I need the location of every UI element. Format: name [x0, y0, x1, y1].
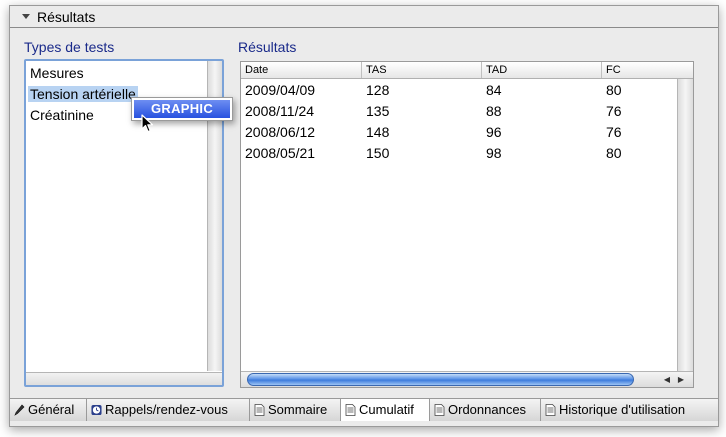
tab-cumulatif[interactable]: Cumulatif: [341, 399, 430, 421]
clock-icon: [91, 404, 102, 416]
column-header-date[interactable]: Date: [241, 62, 362, 78]
column-header-tad[interactable]: TAD: [482, 62, 602, 78]
tab-rappels-rendez-vous[interactable]: Rappels/rendez-vous: [87, 399, 250, 421]
cell-tad: 98: [486, 145, 502, 161]
list-item-creatinine[interactable]: Créatinine: [30, 107, 94, 123]
section-header[interactable]: Résultats: [10, 6, 718, 28]
cell-tas: 135: [366, 103, 390, 119]
cell-fc: 80: [606, 145, 622, 161]
mouse-cursor-icon: [141, 114, 154, 133]
document-icon: [545, 404, 556, 416]
cell-tad: 96: [486, 124, 502, 140]
tab-label: Cumulatif: [359, 402, 414, 417]
section-title: Résultats: [37, 9, 96, 25]
document-icon: [345, 404, 356, 416]
scrollbar-thumb[interactable]: [247, 373, 634, 386]
cell-tas: 148: [366, 124, 390, 140]
tab-label: Sommaire: [268, 402, 328, 417]
cell-date: 2009/04/09: [245, 82, 316, 98]
cell-fc: 76: [606, 124, 622, 140]
tab-general[interactable]: Général: [10, 399, 87, 421]
scroll-left-arrow-icon[interactable]: ◀: [661, 372, 673, 387]
tab-ordonnances[interactable]: Ordonnances: [430, 399, 541, 421]
cell-fc: 80: [606, 82, 622, 98]
document-icon: [254, 404, 265, 416]
column-header-fc[interactable]: FC: [602, 62, 678, 78]
tab-label: Rappels/rendez-vous: [105, 402, 228, 417]
cell-tad: 88: [486, 103, 502, 119]
cell-tad: 84: [486, 82, 502, 98]
results-label: Résultats: [238, 39, 297, 55]
cell-date: 2008/05/21: [245, 145, 316, 161]
cell-tas: 150: [366, 145, 390, 161]
results-table: Date TAS TAD FC 2009/04/09 128 84 80 200…: [240, 61, 694, 388]
cell-date: 2008/11/24: [245, 103, 315, 119]
cell-tas: 128: [366, 82, 390, 98]
table-header: Date TAS TAD FC: [241, 62, 693, 79]
tab-historique-utilisation[interactable]: Historique d'utilisation: [541, 399, 718, 421]
cell-date: 2008/06/12: [245, 124, 316, 140]
list-item-tension-arterielle[interactable]: Tension artérielle: [28, 86, 138, 102]
test-types-label: Types de tests: [24, 39, 115, 55]
table-vertical-scrollbar[interactable]: [677, 79, 693, 372]
list-horizontal-scrollbar[interactable]: [26, 372, 222, 385]
pencil-icon: [14, 404, 25, 416]
tab-sommaire[interactable]: Sommaire: [250, 399, 341, 421]
document-icon: [434, 404, 445, 416]
results-window: Résultats Types de tests Résultats Mesur…: [9, 5, 719, 427]
cell-fc: 76: [606, 103, 622, 119]
table-horizontal-scrollbar[interactable]: ◀ ▶: [241, 371, 693, 387]
disclosure-triangle-icon[interactable]: [22, 14, 30, 19]
tab-label: Ordonnances: [448, 402, 527, 417]
scroll-right-arrow-icon[interactable]: ▶: [675, 372, 687, 387]
tab-label: Historique d'utilisation: [559, 402, 686, 417]
tab-label: Général: [28, 402, 75, 417]
column-header-tas[interactable]: TAS: [362, 62, 482, 78]
list-item-mesures[interactable]: Mesures: [30, 65, 84, 81]
bottom-tab-bar: Général Rappels/rendez-vous Sommaire Cum…: [10, 398, 718, 421]
